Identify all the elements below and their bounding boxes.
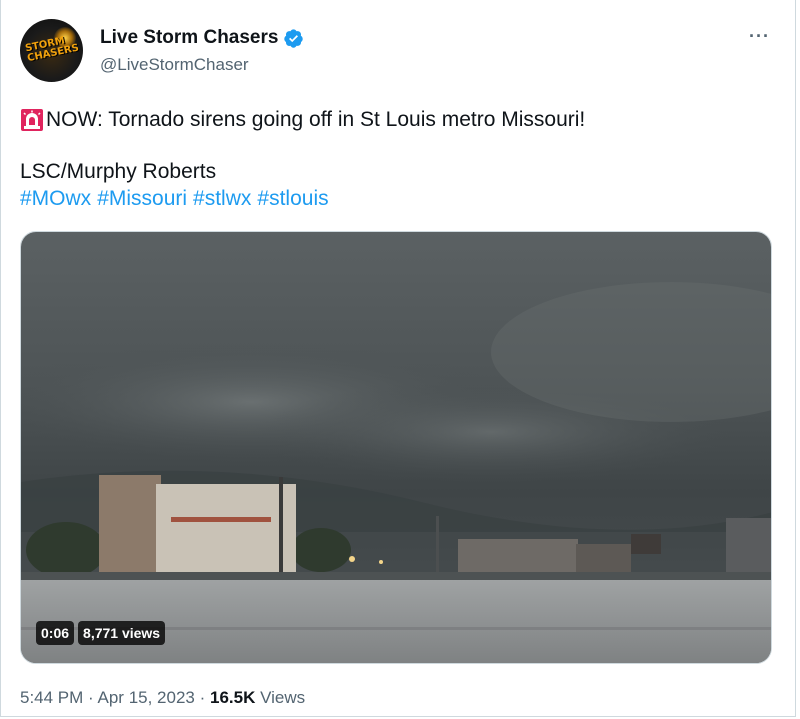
video-player[interactable] [20, 231, 772, 664]
hashtag-missouri[interactable]: #Missouri [97, 187, 187, 210]
video-frame-storm-scene [21, 232, 771, 663]
tweet-views-count[interactable]: 16.5K [210, 688, 255, 707]
hashtag-stlouis[interactable]: #stlouis [257, 187, 328, 210]
hashtag-list: #MOwx #Missouri #stlwx #stlouis [20, 187, 335, 211]
author-display-name[interactable]: Live Storm Chasers [100, 27, 278, 49]
video-overlay-badges: 0:06 8,771 views [36, 620, 166, 646]
meta-separator-2: · [199, 688, 206, 707]
author-handle[interactable]: @LiveStormChaser [100, 55, 249, 75]
video-duration: 0:06 [36, 621, 75, 645]
more-options-icon[interactable]: ··· [749, 26, 770, 47]
tweet-date[interactable]: Apr 15, 2023 [98, 688, 195, 707]
tweet-text-line-1: NOW: Tornado sirens going off in St Loui… [20, 108, 585, 132]
rotating-light-icon [20, 108, 44, 132]
avatar-logo-text: STORM CHASERS [24, 35, 80, 65]
tweet-credit: LSC/Murphy Roberts [20, 160, 217, 183]
tweet-time[interactable]: 5:44 PM [20, 688, 83, 707]
video-views: 8,771 views [78, 621, 166, 645]
avatar[interactable]: STORM CHASERS [20, 19, 83, 82]
author-name-row: Live Storm Chasers [100, 27, 304, 49]
tweet-meta: 5:44 PM · Apr 15, 2023 · 16.5K Views [20, 688, 305, 708]
verified-badge-icon[interactable] [283, 28, 304, 49]
hashtag-mowx[interactable]: #MOwx [20, 187, 91, 210]
meta-separator: · [88, 688, 94, 707]
tweet-text-now: NOW: Tornado sirens going off in St Loui… [46, 108, 586, 131]
hashtag-stlwx[interactable]: #stlwx [193, 187, 251, 210]
tweet-card: STORM CHASERS Live Storm Chasers @LiveSto… [0, 0, 796, 717]
tweet-views-label: Views [260, 688, 306, 707]
